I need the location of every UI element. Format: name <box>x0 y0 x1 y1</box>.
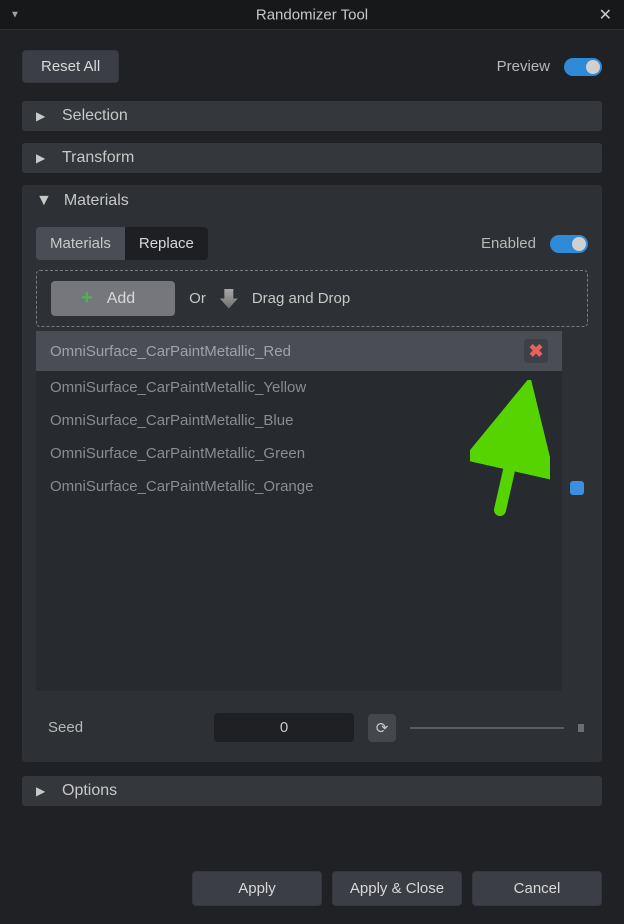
tab-replace[interactable]: Replace <box>125 227 208 260</box>
download-arrow-icon <box>220 289 238 309</box>
close-icon[interactable]: ✕ <box>599 5 612 25</box>
section-materials-header[interactable]: ▼ Materials <box>22 185 602 217</box>
seed-label: Seed <box>40 719 200 736</box>
marker-icon[interactable] <box>570 481 584 495</box>
list-item[interactable]: OmniSurface_CarPaintMetallic_Yellow <box>36 371 562 404</box>
apply-button[interactable]: Apply <box>192 871 322 906</box>
section-materials: ▼ Materials Materials Replace Enabled + … <box>22 185 602 762</box>
section-label: Selection <box>62 107 128 125</box>
section-label: Transform <box>62 149 134 167</box>
drag-drop-label: Drag and Drop <box>252 290 350 307</box>
or-label: Or <box>189 290 206 307</box>
slider-end-icon <box>578 724 584 732</box>
section-transform[interactable]: ▶ Transform <box>22 143 602 173</box>
footer-buttons: Apply Apply & Close Cancel <box>192 871 602 906</box>
plus-icon: + <box>81 287 93 310</box>
preview-label: Preview <box>497 58 550 75</box>
material-name: OmniSurface_CarPaintMetallic_Orange <box>50 478 313 495</box>
cancel-button[interactable]: Cancel <box>472 871 602 906</box>
material-name: OmniSurface_CarPaintMetallic_Yellow <box>50 379 306 396</box>
add-button[interactable]: + Add <box>51 281 175 316</box>
material-name: OmniSurface_CarPaintMetallic_Blue <box>50 412 293 429</box>
chevron-right-icon: ▶ <box>36 109 50 123</box>
apply-close-button[interactable]: Apply & Close <box>332 871 462 906</box>
list-item[interactable]: OmniSurface_CarPaintMetallic_Blue <box>36 404 562 437</box>
seed-input[interactable] <box>214 713 354 742</box>
marker-lane <box>570 331 588 691</box>
chevron-right-icon: ▶ <box>36 151 50 165</box>
reset-all-button[interactable]: Reset All <box>22 50 119 83</box>
materials-list: OmniSurface_CarPaintMetallic_Red ✖ OmniS… <box>36 331 562 691</box>
material-name: OmniSurface_CarPaintMetallic_Red <box>50 343 291 360</box>
remove-item-button[interactable]: ✖ <box>524 339 548 363</box>
section-label: Options <box>62 782 117 800</box>
preview-toggle[interactable] <box>564 58 602 76</box>
window-title: Randomizer Tool <box>256 6 368 23</box>
chevron-down-icon: ▼ <box>36 192 52 210</box>
enabled-label: Enabled <box>481 235 536 252</box>
chevron-right-icon: ▶ <box>36 784 50 798</box>
tab-materials[interactable]: Materials <box>36 227 125 260</box>
seed-slider[interactable] <box>410 727 564 729</box>
section-options[interactable]: ▶ Options <box>22 776 602 806</box>
section-label: Materials <box>64 192 129 210</box>
refresh-seed-button[interactable]: ⟳ <box>368 714 396 742</box>
refresh-icon: ⟳ <box>376 719 389 737</box>
add-drop-zone[interactable]: + Add Or Drag and Drop <box>36 270 588 327</box>
material-name: OmniSurface_CarPaintMetallic_Green <box>50 445 305 462</box>
add-label: Add <box>107 290 135 308</box>
materials-tabs: Materials Replace <box>36 227 208 260</box>
materials-enabled-toggle[interactable] <box>550 235 588 253</box>
title-bar: ▼ Randomizer Tool ✕ <box>0 0 624 30</box>
list-item[interactable]: OmniSurface_CarPaintMetallic_Orange <box>36 470 562 503</box>
section-selection[interactable]: ▶ Selection <box>22 101 602 131</box>
list-item[interactable]: OmniSurface_CarPaintMetallic_Red ✖ <box>36 331 562 371</box>
list-item[interactable]: OmniSurface_CarPaintMetallic_Green <box>36 437 562 470</box>
seed-row: Seed ⟳ <box>36 713 588 742</box>
menu-indicator-icon[interactable]: ▼ <box>10 9 20 20</box>
